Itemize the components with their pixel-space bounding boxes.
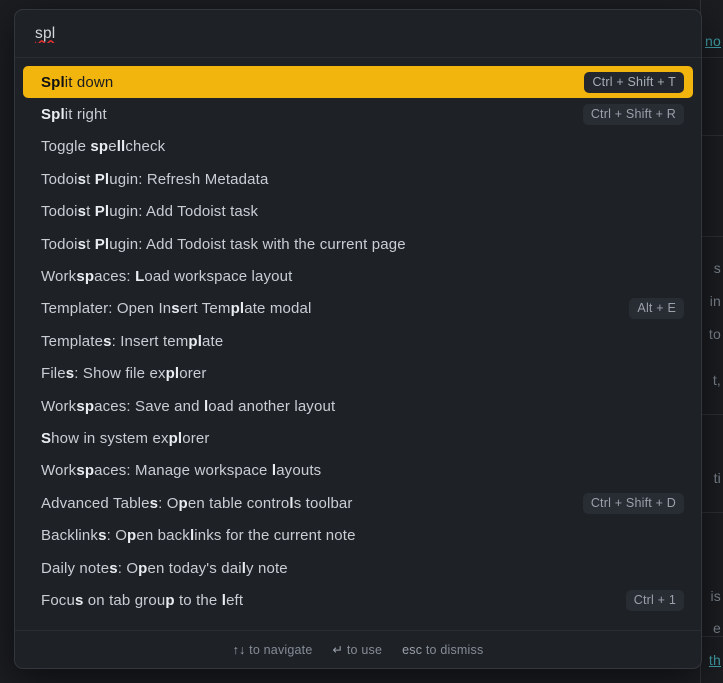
footer-hint: ↑↓ to navigate: [232, 642, 313, 657]
editor-text-fragment: is: [710, 588, 721, 604]
command-result-title: Templates: Insert template: [41, 332, 224, 350]
editor-text-fragment: ti: [713, 470, 721, 486]
command-result-title: Workspaces: Load workspace layout: [41, 268, 293, 286]
editor-horizontal-rule: [700, 636, 723, 637]
command-palette-search-row: [15, 10, 701, 58]
command-result-item[interactable]: Templater: Open Insert Template modal Alt…: [23, 293, 693, 325]
command-result-title: Backlinks: Open backlinks for the curren…: [41, 527, 356, 545]
editor-horizontal-rule: [700, 414, 723, 415]
editor-horizontal-rule: [700, 512, 723, 513]
command-result-title: Files: Show file explorer: [41, 365, 207, 383]
command-result-title: Toggle spellcheck: [41, 138, 166, 156]
editor-link-fragment[interactable]: no: [705, 33, 721, 49]
command-result-item[interactable]: Workspaces: Load workspace layout: [23, 260, 693, 292]
command-result-title: Workspaces: Manage workspace layouts: [41, 462, 322, 480]
command-search-input[interactable]: [35, 24, 681, 43]
editor-text-fragment: t,: [712, 372, 721, 388]
command-palette-modal: Split down Ctrl + Shift + T Split right Ctr…: [14, 9, 702, 669]
command-result-title: Templater: Open Insert Template modal: [41, 300, 312, 318]
command-result-item[interactable]: Workspaces: Save and load another layout: [23, 390, 693, 422]
footer-hint: ↵ to use: [332, 643, 383, 657]
editor-text-fragment: to: [708, 326, 721, 342]
editor-text-fragment: in: [709, 293, 721, 309]
footer-hint-key: ↵: [332, 643, 344, 657]
command-result-item[interactable]: Templates: Insert template: [23, 325, 693, 357]
editor-text-fragment: e: [713, 620, 721, 636]
command-result-item[interactable]: Files: Show file explorer: [23, 358, 693, 390]
editor-horizontal-rule: [700, 135, 723, 136]
command-result-item[interactable]: Show in system explorer: [23, 422, 693, 454]
command-result-item[interactable]: Workspaces: Manage workspace layouts: [23, 455, 693, 487]
command-result-title: Show in system explorer: [41, 429, 210, 447]
command-palette-footer: ↑↓ to navigate ↵ to use esc to dismiss: [15, 630, 701, 668]
command-result-title: Workspaces: Save and load another layout: [41, 397, 336, 415]
command-result-title: Todoist Plugin: Add Todoist task: [41, 203, 259, 221]
command-result-title: Advanced Tables: Open table controls too…: [41, 494, 353, 512]
editor-horizontal-rule: [700, 57, 723, 58]
command-result-item[interactable]: Todoist Plugin: Add Todoist task: [23, 196, 693, 228]
footer-hint: esc to dismiss: [402, 642, 484, 657]
command-hotkey-chip: Ctrl + Shift + R: [582, 104, 684, 126]
editor-link-fragment[interactable]: th: [709, 652, 721, 668]
command-result-title: Focus on tab group to the left: [41, 591, 244, 609]
command-result-item[interactable]: Todoist Plugin: Add Todoist task with th…: [23, 228, 693, 260]
command-result-item[interactable]: Advanced Tables: Open table controls too…: [23, 487, 693, 519]
command-result-item[interactable]: Focus on tab group to the left Ctrl + 1: [23, 584, 693, 616]
command-hotkey-chip: Ctrl + Shift + D: [582, 492, 684, 514]
command-result-item[interactable]: Backlinks: Open backlinks for the curren…: [23, 519, 693, 551]
command-result-item[interactable]: Daily notes: Open today's daily note: [23, 552, 693, 584]
editor-horizontal-rule: [700, 236, 723, 237]
command-result-item[interactable]: Toggle spellcheck: [23, 131, 693, 163]
command-hotkey-chip: Ctrl + Shift + T: [584, 71, 684, 93]
editor-text-fragment: s: [713, 260, 721, 276]
command-result-title: Todoist Plugin: Add Todoist task with th…: [41, 235, 406, 253]
command-result-title: Todoist Plugin: Refresh Metadata: [41, 170, 269, 188]
command-result-item[interactable]: Split right Ctrl + Shift + R: [23, 98, 693, 130]
command-results-list: Split down Ctrl + Shift + T Split right Ctr…: [15, 58, 701, 630]
footer-hint-key: esc: [402, 642, 423, 657]
footer-hint-key: ↑↓: [232, 642, 246, 657]
command-result-item[interactable]: Todoist Plugin: Refresh Metadata: [23, 163, 693, 195]
command-result-title: Split right: [41, 106, 107, 124]
command-hotkey-chip: Alt + E: [629, 298, 684, 320]
command-hotkey-chip: Ctrl + 1: [625, 589, 684, 611]
command-result-item[interactable]: Split down Ctrl + Shift + T: [23, 66, 693, 99]
command-result-title: Split down: [41, 73, 114, 91]
command-result-title: Daily notes: Open today's daily note: [41, 559, 288, 577]
